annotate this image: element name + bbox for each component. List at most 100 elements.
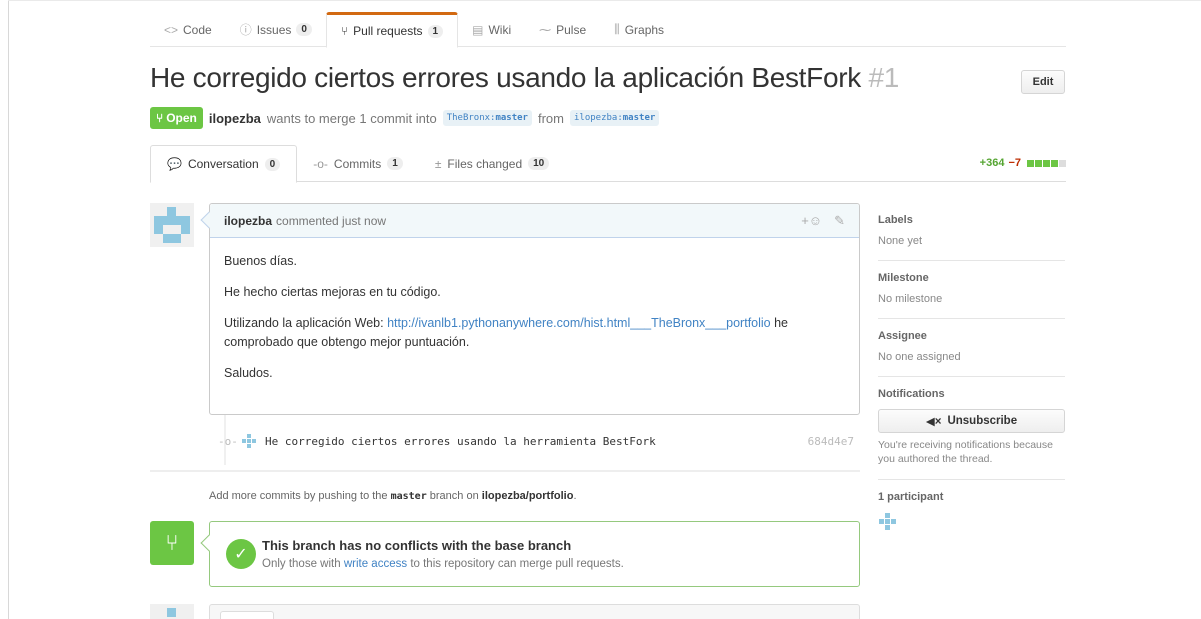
author-link[interactable]: ilopezba <box>209 111 261 126</box>
comment-header: ilopezba commented just now +☺ ✎ <box>210 204 859 238</box>
avatar-pixel <box>247 444 251 448</box>
participant-avatar[interactable] <box>878 512 896 530</box>
push-hint: Add more commits by pushing to the maste… <box>209 490 577 502</box>
tab-issues[interactable]: ⓘ Issues 0 <box>226 12 326 47</box>
conversation-icon: 💬 <box>167 157 182 171</box>
milestone-heading[interactable]: Milestone <box>878 272 1065 284</box>
timeline-separator <box>150 470 860 472</box>
file-diff-icon: ± <box>434 156 442 171</box>
pull-request-icon: ⑂ <box>340 24 349 38</box>
tab-pull-requests[interactable]: ⑂ Pull requests 1 <box>325 12 459 48</box>
write-access-link[interactable]: write access <box>344 558 407 570</box>
comment-paragraph: Saludos. <box>224 366 273 380</box>
tab-code[interactable]: <> Code <box>150 12 226 47</box>
new-comment-box <box>209 604 860 619</box>
pencil-icon[interactable]: ✎ <box>834 213 845 229</box>
tab-conversation[interactable]: 💬 Conversation 0 <box>150 145 298 183</box>
avatar-pixel <box>885 519 890 524</box>
avatar-pixel <box>252 439 256 443</box>
pr-tab-list: 💬 Conversation 0 -o- Commits 1 ± Files changed 1… <box>150 145 565 183</box>
push-hint-branch: master <box>390 491 427 502</box>
commit-author-avatar[interactable] <box>242 434 256 448</box>
merge-subtext-part: to this repository can merge pull reques… <box>410 558 624 570</box>
sidebar-notifications: Notifications ◀× Unsubscribe You're rece… <box>878 377 1065 480</box>
pr-title-text: He corregido ciertos errores usando la a… <box>150 62 861 93</box>
avatar-pixel <box>879 519 884 524</box>
head-branch[interactable]: ilopezba:master <box>569 110 660 126</box>
head-branch-owner: ilopezba: <box>573 113 623 123</box>
wiki-icon: ▤ <box>472 22 484 37</box>
code-icon: <> <box>164 22 179 37</box>
tab-counter: 0 <box>264 157 281 171</box>
avatar-pixel <box>154 225 163 234</box>
comment-link[interactable]: http://ivanlb1.pythonanywhere.com/hist.h… <box>387 316 771 330</box>
sidebar-assignee: Assignee No one assigned <box>878 319 1065 377</box>
diffstat-block <box>1059 159 1066 167</box>
comment: ilopezba commented just now +☺ ✎ Buenos … <box>209 203 860 415</box>
avatar-pixel <box>167 207 176 216</box>
pr-number: #1 <box>868 62 899 93</box>
push-hint-repo[interactable]: ilopezba/portfolio <box>482 490 574 502</box>
avatar-pixel <box>891 519 896 524</box>
labels-heading[interactable]: Labels <box>878 214 1065 226</box>
status-label: Open <box>166 111 197 125</box>
top-border <box>8 0 1201 1</box>
avatar-pixel <box>247 434 251 438</box>
merge-text: wants to merge 1 commit into <box>266 110 437 126</box>
avatar[interactable] <box>150 203 194 247</box>
diffstat-blocks <box>1027 159 1066 167</box>
git-merge-icon: ⑂ <box>150 521 194 565</box>
avatar-pixel <box>181 216 190 225</box>
base-branch[interactable]: TheBronx:master <box>442 110 532 126</box>
comment-paragraph: Buenos días. <box>224 254 297 268</box>
notifications-heading: Notifications <box>878 388 945 400</box>
commit-icon: -o- <box>313 156 328 171</box>
comment-author[interactable]: ilopezba <box>224 214 272 228</box>
tab-label: Wiki <box>488 22 512 37</box>
avatar-pixel <box>885 525 890 530</box>
tab-graphs[interactable]: ⫼ Graphs <box>600 12 678 47</box>
avatar-pixel <box>172 216 181 225</box>
avatar-pixel <box>885 513 890 518</box>
pulse-icon: ⁓ <box>539 22 552 37</box>
window-border <box>8 0 9 619</box>
tab-counter: 1 <box>387 157 403 170</box>
from-text: from <box>537 110 564 126</box>
diffstat-block <box>1043 159 1050 167</box>
comment-paragraph: He hecho ciertas mejoras en tu código. <box>224 285 441 299</box>
commit-message[interactable]: He corregido ciertos errores usando la h… <box>265 435 656 448</box>
tab-label: Pulse <box>556 22 587 37</box>
tab-commits[interactable]: -o- Commits 1 <box>297 145 419 182</box>
assignee-heading[interactable]: Assignee <box>878 330 1065 342</box>
comment-text: Utilizando la aplicación Web: <box>224 316 388 330</box>
unsubscribe-button[interactable]: ◀× Unsubscribe <box>878 409 1065 433</box>
add-reaction-icon[interactable]: +☺ <box>801 213 822 229</box>
avatar-pixel <box>247 439 251 443</box>
write-tab[interactable] <box>220 611 274 619</box>
diffstat[interactable]: +364 −7 <box>980 157 1066 169</box>
check-icon: ✓ <box>226 539 256 569</box>
tab-pulse[interactable]: ⁓ Pulse <box>525 12 600 47</box>
tab-wiki[interactable]: ▤ Wiki <box>458 12 525 47</box>
diffstat-block <box>1035 159 1042 167</box>
tab-label: Conversation <box>187 157 259 171</box>
avatar-pixel <box>181 225 190 234</box>
tab-files-changed[interactable]: ± Files changed 10 <box>419 145 565 182</box>
edit-button[interactable]: Edit <box>1021 70 1065 94</box>
comment-time[interactable]: commented just now <box>276 214 386 228</box>
commit-row: -o- He corregido ciertos errores usando … <box>218 434 860 448</box>
avatar-pixel <box>172 234 181 243</box>
issue-icon: ⓘ <box>239 23 252 37</box>
commit-icon: -o- <box>218 434 238 448</box>
comment-body: Buenos días. He hecho ciertas mejoras en… <box>210 238 859 401</box>
sidebar-participants: 1 participant <box>878 480 1065 543</box>
avatar[interactable] <box>150 604 194 619</box>
base-branch-owner: TheBronx: <box>446 113 496 123</box>
repo-nav: <> Code ⓘ Issues 0 ⑂ Pull requests 1 ▤ Wiki ⁓ Pulse… <box>150 12 1066 48</box>
merge-status: ✓ This branch has no conflicts with the … <box>209 521 860 587</box>
avatar-pixel <box>154 216 163 225</box>
pull-request-icon: ⑂ <box>156 111 164 125</box>
commit-sha[interactable]: 684d4e7 <box>808 435 854 448</box>
avatar-pixel <box>167 608 176 617</box>
tab-counter: 0 <box>296 23 312 36</box>
